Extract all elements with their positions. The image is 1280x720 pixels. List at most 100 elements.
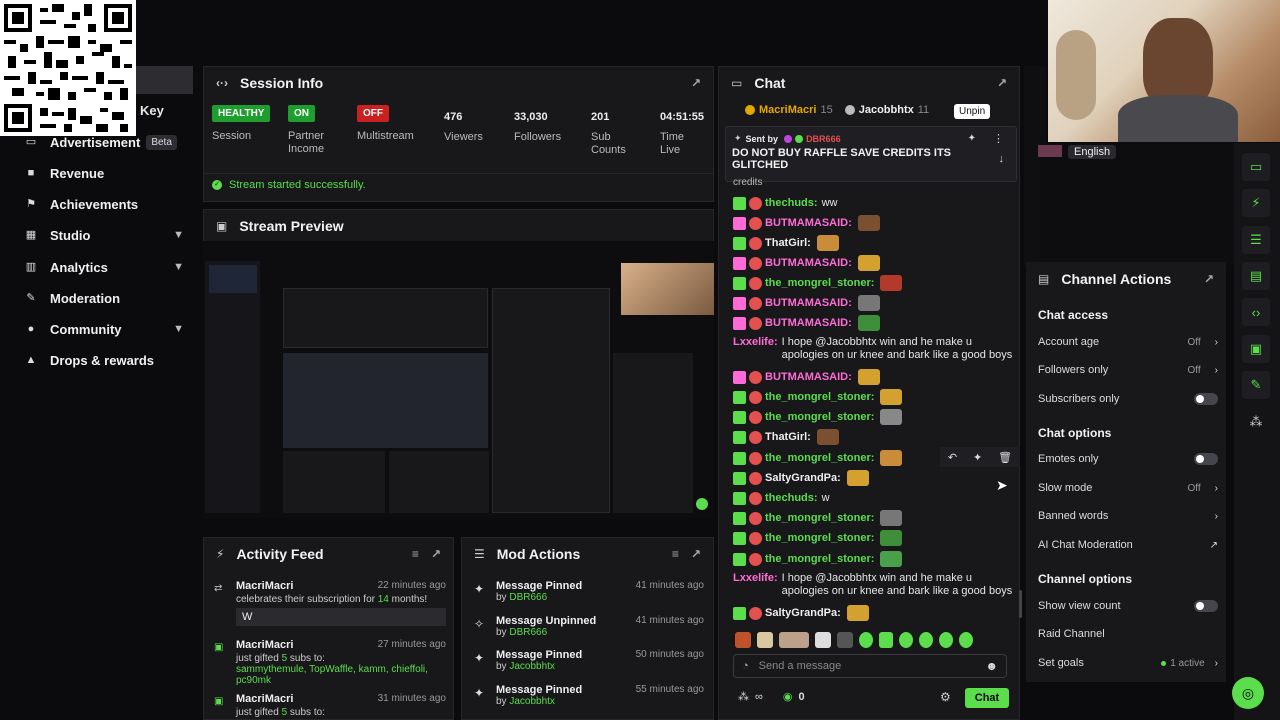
account-age-setting[interactable]: Account age Off › [1038,334,1218,350]
settings-icon[interactable]: ⚙ [940,690,951,704]
chat-message[interactable]: the_mongrel_stoner: [733,274,1013,292]
chat-send-button[interactable]: Chat [965,688,1009,708]
chat-username[interactable]: BUTMAMASAID: [765,217,852,229]
chat-username[interactable]: the_mongrel_stoner: [765,391,874,403]
emotes-only-setting[interactable]: Emotes only [1038,451,1218,467]
subscribers-only-toggle[interactable] [1194,393,1218,405]
chat-message[interactable]: BUTMAMASAID: [733,214,1013,232]
rail-more-icon[interactable]: ⁂ [1242,408,1270,436]
chat-username[interactable]: the_mongrel_stoner: [765,452,874,464]
reply-icon[interactable]: ↶ [948,451,957,464]
popout-icon[interactable]: ↗ [997,76,1007,90]
sidebar-item-community[interactable]: ● Community ▼ [24,318,194,340]
chat-username[interactable]: BUTMAMASAID: [765,257,852,269]
rail-list-icon[interactable]: ☰ [1242,226,1270,254]
chat-username[interactable]: Lxxelife: [733,572,778,585]
chat-message[interactable]: ThatGirl: [733,428,1013,446]
sidebar-item-achievements[interactable]: ⚑ Achievements [24,193,194,215]
filter-icon[interactable]: ≡ [672,547,679,561]
emoji-icon[interactable]: ☻ [985,659,998,673]
ai-moderation-setting[interactable]: AI Chat Moderation ↗ [1038,537,1218,553]
chat-message[interactable]: the_mongrel_stoner: [733,529,1013,547]
chat-username[interactable]: ThatGirl: [765,431,811,443]
chat-message[interactable]: BUTMAMASAID: [733,294,1013,312]
chat-input[interactable]: ◔ Send a message ☻ [733,654,1007,678]
emote[interactable] [757,632,773,648]
popout-icon[interactable]: ↗ [1204,272,1214,286]
chat-username[interactable]: the_mongrel_stoner: [765,411,874,423]
chat-message[interactable]: BUTMAMASAID: [733,254,1013,272]
chat-message[interactable]: Lxxelife: I hope @Jacobbhtx win and he ma… [733,572,1013,602]
emote[interactable] [779,632,809,648]
emote[interactable] [899,632,913,648]
view-count-toggle[interactable] [1194,600,1218,612]
chat-username[interactable]: SaltyGrandPa: [765,607,841,619]
popout-icon[interactable]: ↗ [691,547,701,561]
chat-username[interactable]: BUTMAMASAID: [765,297,852,309]
chat-message[interactable]: BUTMAMASAID: [733,368,1013,386]
chat-username[interactable]: SaltyGrandPa: [765,472,841,484]
chat-message[interactable]: the_mongrel_stoner: [733,388,1013,406]
chat-username[interactable]: the_mongrel_stoner: [765,553,874,565]
sidebar-item-analytics[interactable]: ▥ Analytics ▼ [24,256,194,278]
rail-chat-icon[interactable]: ▭ [1242,153,1270,181]
subscribers-only-setting[interactable]: Subscribers only [1038,391,1218,407]
chat-username[interactable]: the_mongrel_stoner: [765,277,874,289]
chat-message[interactable]: SaltyGrandPa: [733,604,1013,622]
emote[interactable] [735,632,751,648]
raid-channel-setting[interactable]: Raid Channel [1038,626,1218,642]
emote[interactable] [859,632,873,648]
chat-message[interactable]: BUTMAMASAID: [733,314,1013,332]
set-goals-setting[interactable]: Set goals 1 active › [1038,655,1218,671]
chat-message[interactable]: SaltyGrandPa: [733,469,1013,487]
banned-words-setting[interactable]: Banned words › [1038,508,1218,524]
chat-username[interactable]: the_mongrel_stoner: [765,532,874,544]
chat-scrollbar[interactable] [1019,590,1022,618]
sidebar-item-revenue[interactable]: ■ Revenue [24,162,194,184]
emote[interactable] [879,632,893,648]
chat-message[interactable]: thechuds: ww [733,194,1013,212]
chat-message[interactable]: Lxxelife: I hope @Jacobbhtx win and he ma… [733,336,1013,366]
sidebar-item-studio[interactable]: ▦ Studio ▼ [24,224,194,246]
support-headset-icon[interactable]: ◎ [1232,677,1264,709]
emote[interactable] [919,632,933,648]
pin-icon[interactable]: ✦ [973,451,982,464]
chat-username[interactable]: thechuds: [765,492,818,504]
chat-username[interactable]: BUTMAMASAID: [765,317,852,329]
rail-lightning-icon[interactable]: ⚡ [1242,189,1270,217]
chat-username[interactable]: ThatGirl: [765,237,811,249]
chat-message[interactable]: the_mongrel_stoner: [733,550,1013,568]
delete-icon[interactable]: 🗑 [998,451,1012,464]
infinity-icon[interactable]: ∞ [755,691,763,703]
unpin-button[interactable]: ✦ [968,133,976,144]
slow-mode-setting[interactable]: Slow mode Off › [1038,480,1218,496]
emote[interactable] [959,632,973,648]
rail-message-icon[interactable]: ▤ [1242,262,1270,290]
wand-icon[interactable]: ⁂ [738,690,749,703]
emote[interactable] [815,632,831,648]
show-view-count-setting[interactable]: Show view count [1038,598,1218,614]
chat-message[interactable]: the_mongrel_stoner: [733,408,1013,426]
sidebar-item-advertisement[interactable]: ▭ Advertisement Beta [24,131,194,153]
expand-icon[interactable]: ↓ [999,153,1005,165]
chat-username[interactable]: Lxxelife: [733,336,778,349]
sidebar-item-moderation[interactable]: ✎ Moderation [24,287,194,309]
stream-preview-video[interactable] [203,243,714,518]
chat-message[interactable]: the_mongrel_stoner: [733,509,1013,527]
popout-icon[interactable]: ↗ [431,547,441,561]
popout-icon[interactable]: ↗ [691,76,701,90]
rail-moderation-icon[interactable]: ✎ [1242,371,1270,399]
emotes-only-toggle[interactable] [1194,453,1218,465]
chat-message[interactable]: thechuds: w [733,489,1013,507]
chat-username[interactable]: thechuds: [765,197,818,209]
emote[interactable] [837,632,853,648]
emote[interactable] [939,632,953,648]
filter-icon[interactable]: ≡ [412,547,419,561]
rail-session-icon[interactable]: ‹› [1242,298,1270,326]
more-options-icon[interactable]: ⋮ [993,132,1004,145]
rail-preview-icon[interactable]: ▣ [1242,335,1270,363]
followers-only-setting[interactable]: Followers only Off › [1038,362,1218,378]
chat-message[interactable]: ThatGirl: [733,234,1013,252]
chat-username[interactable]: the_mongrel_stoner: [765,512,874,524]
chat-username[interactable]: BUTMAMASAID: [765,371,852,383]
